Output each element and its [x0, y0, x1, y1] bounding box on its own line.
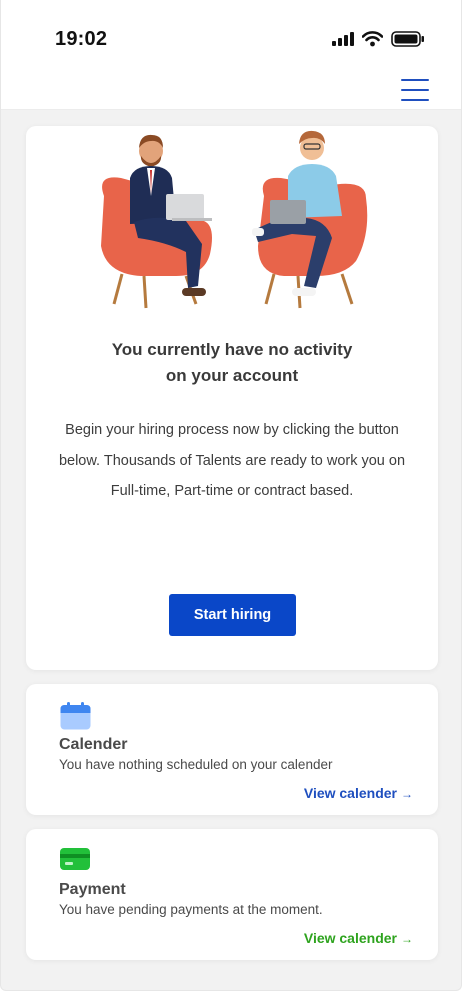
payment-title: Payment	[59, 881, 126, 898]
calendar-title: Calender	[59, 736, 128, 753]
status-time: 19:02	[55, 28, 108, 50]
credit-card-icon	[60, 848, 90, 870]
empty-state-description: Begin your hiring process now by clickin…	[58, 422, 406, 499]
calendar-card: Calender You have nothing scheduled on y…	[26, 684, 438, 815]
hamburger-menu-icon[interactable]	[401, 79, 429, 101]
empty-state-title: You currently have no activity on your a…	[26, 337, 438, 389]
view-payment-link[interactable]: View calender →	[304, 930, 413, 946]
view-calendar-label: View calender	[303, 785, 397, 801]
status-icons	[332, 31, 425, 47]
calendar-subtitle: You have nothing scheduled on your calen…	[59, 757, 333, 772]
title-line-2: on your account	[165, 366, 299, 385]
start-hiring-button[interactable]: Start hiring	[169, 594, 296, 636]
wifi-icon	[362, 31, 383, 47]
payment-card: Payment You have pending payments at the…	[26, 829, 438, 960]
battery-icon	[391, 31, 424, 47]
phone-screen: 19:02 You currently have no activity on …	[0, 0, 462, 991]
arrow-right-icon: →	[401, 932, 413, 946]
signal-icon	[332, 32, 354, 46]
view-payment-label: View calender	[303, 930, 397, 946]
view-calendar-link[interactable]: View calender →	[304, 785, 413, 801]
arrow-right-icon: →	[401, 787, 413, 801]
empty-activity-card: You currently have no activity on your a…	[26, 126, 438, 670]
calendar-icon	[60, 702, 91, 730]
payment-subtitle: You have pending payments at the moment.	[59, 902, 323, 917]
menu-line	[401, 79, 429, 82]
menu-line	[401, 88, 429, 92]
title-line-1: You currently have no activity	[111, 340, 353, 359]
app-header: 19:02	[1, 0, 461, 110]
menu-line	[401, 98, 429, 101]
two-men-in-chairs-illustration	[101, 130, 368, 309]
